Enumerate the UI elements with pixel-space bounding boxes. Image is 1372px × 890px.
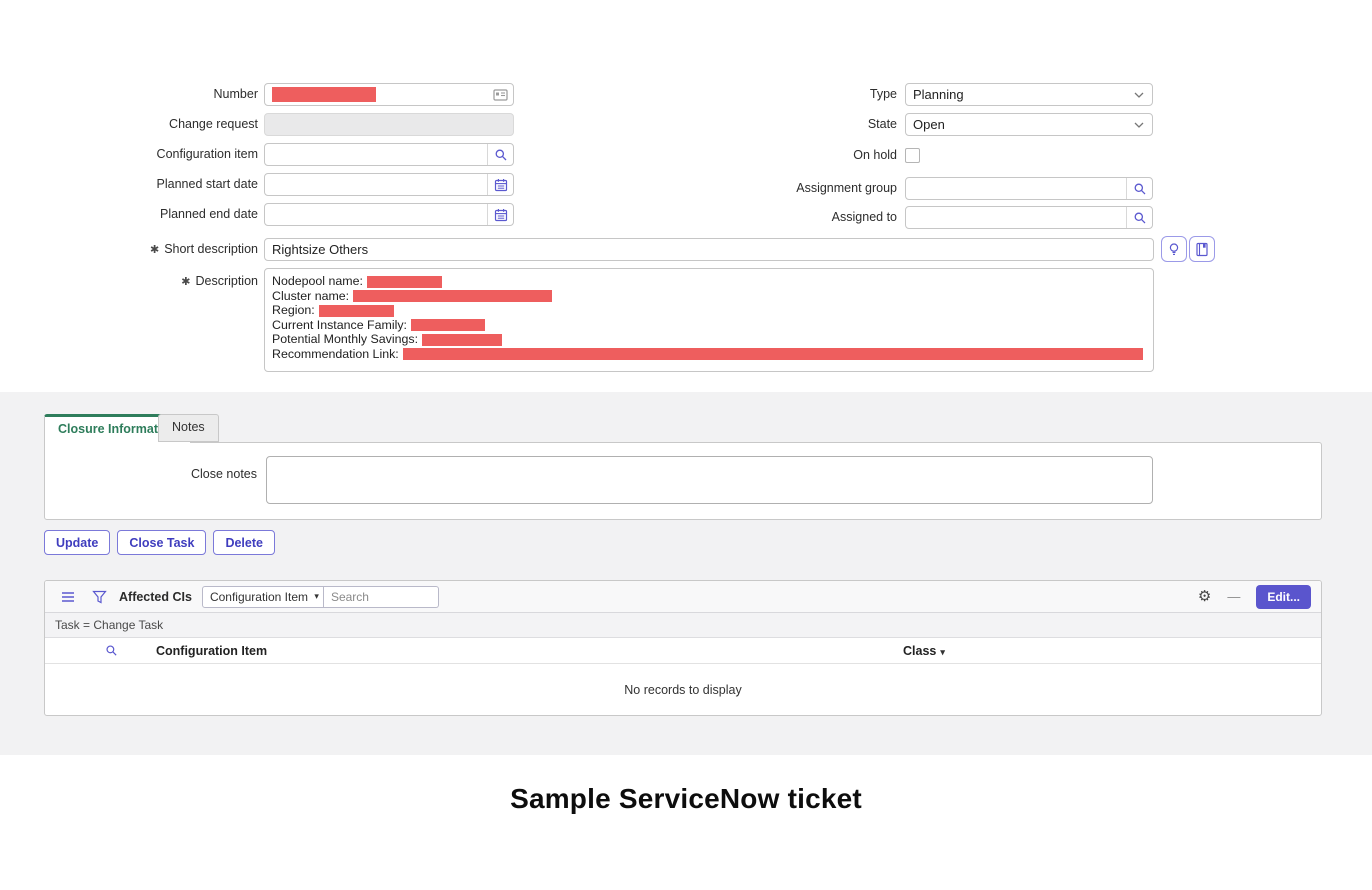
state-select[interactable]: Open (905, 113, 1153, 136)
search-icon (494, 148, 508, 162)
number-label: Number (20, 83, 258, 106)
chevron-down-icon (1134, 92, 1144, 98)
column-header-configuration-item[interactable]: Configuration Item (156, 638, 267, 664)
redacted-text (353, 290, 552, 302)
configuration-item-label: Configuration item (20, 143, 258, 166)
assignment-group-field[interactable] (905, 177, 1153, 200)
image-caption: Sample ServiceNow ticket (0, 783, 1372, 815)
update-button[interactable]: Update (44, 530, 110, 555)
assigned-to-value[interactable] (906, 207, 1126, 228)
redacted-text (367, 276, 442, 288)
assignment-group-lookup-button[interactable] (1126, 178, 1152, 199)
required-icon: ✱ (181, 276, 190, 288)
redacted-number-value (272, 87, 376, 102)
state-selected-value: Open (906, 114, 1134, 135)
assigned-to-lookup-button[interactable] (1126, 207, 1152, 228)
planned-start-date-label: Planned start date (20, 173, 258, 196)
close-notes-textarea[interactable] (266, 456, 1153, 504)
empty-state-message: No records to display (45, 664, 1321, 716)
close-notes-label: Close notes (61, 463, 257, 486)
configuration-item-value[interactable] (265, 144, 487, 165)
related-list-breadcrumb: Task = Change Task (45, 613, 1321, 638)
search-field-selector[interactable]: Configuration Item ( ▾ (202, 586, 324, 608)
planned-start-date-value[interactable] (265, 174, 487, 195)
assignment-group-label: Assignment group (660, 177, 897, 200)
book-icon (1195, 242, 1209, 257)
description-line: Nodepool name: (272, 274, 1146, 289)
chevron-down-icon (1134, 122, 1144, 128)
description-label: ✱Description (20, 270, 258, 293)
redacted-text (319, 305, 394, 317)
menu-hamburger-icon[interactable] (61, 591, 75, 603)
on-hold-checkbox[interactable] (905, 148, 920, 163)
servicenow-ticket-page: Number Change request Configuration item… (0, 0, 1372, 890)
caret-down-icon: ▾ (314, 591, 319, 602)
planned-end-date-value[interactable] (265, 204, 487, 225)
state-label: State (660, 113, 897, 136)
column-header-class[interactable]: Class▾ (903, 638, 945, 665)
search-field-selector-value: Configuration Item ( (210, 590, 310, 604)
search-icon (1133, 182, 1147, 196)
assigned-to-field[interactable] (905, 206, 1153, 229)
planned-end-date-label: Planned end date (20, 203, 258, 226)
form-action-bar: Update Close Task Delete (44, 530, 275, 555)
planned-start-date-calendar-button[interactable] (487, 174, 513, 195)
redacted-text (422, 334, 502, 346)
search-icon (1133, 211, 1147, 225)
knowledge-book-button[interactable] (1189, 236, 1215, 262)
delete-button[interactable]: Delete (213, 530, 275, 555)
on-hold-label: On hold (660, 144, 897, 167)
short-description-label: ✱Short description (20, 238, 258, 261)
redacted-text (411, 319, 485, 331)
configuration-item-field[interactable] (264, 143, 514, 166)
affected-cis-related-list: Affected CIs Configuration Item ( ▾ ⚙ — … (44, 580, 1322, 716)
description-line: Current Instance Family: (272, 318, 1146, 333)
number-field[interactable] (264, 83, 514, 106)
type-selected-value: Planning (906, 84, 1134, 105)
short-description-field[interactable]: Rightsize Others (264, 238, 1154, 261)
related-list-toolbar: Affected CIs Configuration Item ( ▾ ⚙ — … (45, 581, 1321, 613)
reference-card-icon[interactable] (487, 84, 513, 105)
column-search-icon[interactable] (105, 644, 118, 660)
filter-funnel-icon[interactable] (92, 590, 107, 604)
closure-information-panel: Close notes (44, 442, 1322, 520)
redacted-text (403, 348, 1143, 360)
collapse-minus-icon[interactable]: — (1227, 590, 1240, 603)
tab-notes[interactable]: Notes (158, 414, 219, 442)
required-icon: ✱ (150, 244, 159, 256)
description-line: Recommendation Link: (272, 347, 1146, 362)
change-request-field (264, 113, 514, 136)
description-line: Region: (272, 303, 1146, 318)
configuration-item-lookup-button[interactable] (487, 144, 513, 165)
lightbulb-icon (1167, 242, 1181, 257)
type-select[interactable]: Planning (905, 83, 1153, 106)
short-description-value[interactable]: Rightsize Others (265, 239, 1153, 260)
planned-start-date-field[interactable] (264, 173, 514, 196)
description-field[interactable]: Nodepool name: Cluster name: Region: Cur… (264, 268, 1154, 372)
calendar-icon (494, 208, 508, 222)
related-list-search-input[interactable] (324, 586, 439, 608)
type-label: Type (660, 83, 897, 106)
planned-end-date-field[interactable] (264, 203, 514, 226)
related-list-header-row: Configuration Item Class▾ (45, 638, 1321, 664)
description-line: Cluster name: (272, 289, 1146, 304)
close-task-button[interactable]: Close Task (117, 530, 206, 555)
description-line: Potential Monthly Savings: (272, 332, 1146, 347)
edit-button[interactable]: Edit... (1256, 585, 1311, 609)
caret-down-icon: ▾ (940, 647, 945, 657)
assignment-group-value[interactable] (906, 178, 1126, 199)
assigned-to-label: Assigned to (660, 206, 897, 229)
number-value (265, 84, 487, 105)
calendar-icon (494, 178, 508, 192)
planned-end-date-calendar-button[interactable] (487, 204, 513, 225)
change-request-label: Change request (20, 113, 258, 136)
suggestion-lightbulb-button[interactable] (1161, 236, 1187, 262)
related-list-title: Affected CIs (119, 590, 192, 604)
gear-icon[interactable]: ⚙ (1198, 589, 1211, 604)
